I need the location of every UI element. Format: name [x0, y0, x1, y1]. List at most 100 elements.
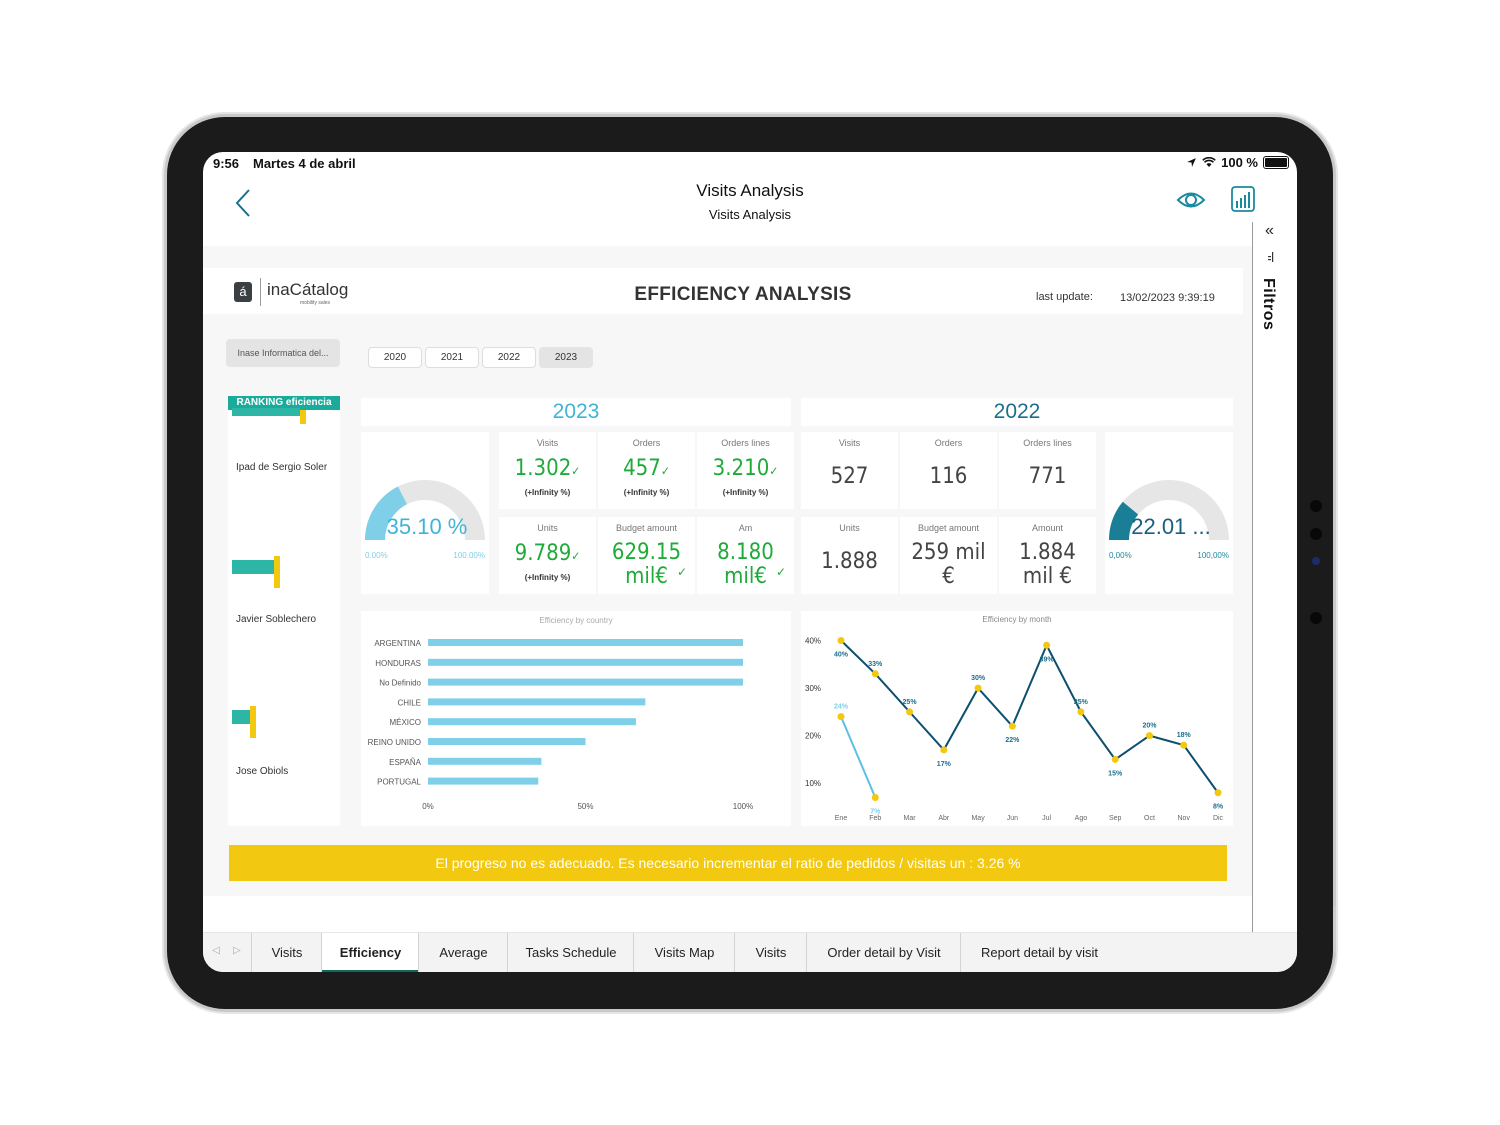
data-label: 24%	[834, 704, 849, 711]
x-tick-label: Sep	[1109, 815, 1122, 822]
tab-order-detail-by-visit[interactable]: Order detail by Visit	[806, 933, 961, 972]
side-sensor	[1310, 500, 1322, 512]
status-date: Martes 4 de abril	[253, 156, 356, 171]
kpi-label: Orders	[934, 438, 963, 448]
year-chip-2020[interactable]: 2020	[368, 347, 422, 368]
check-icon: ✓	[775, 565, 786, 579]
power-bi-report-icon[interactable]	[1230, 185, 1256, 213]
year-chip-2023[interactable]: 2023	[539, 347, 593, 368]
data-label: 8%	[1213, 804, 1224, 811]
collapse-filters-button[interactable]: «	[1265, 222, 1274, 240]
tab-visits-map[interactable]: Visits Map	[633, 933, 735, 972]
kpi-card-visits: Visits 1.302✓ (+Infinity %)	[499, 432, 596, 509]
kpi-value-unit: mil €	[1022, 564, 1073, 589]
kpi-number: 9.789	[514, 541, 572, 566]
data-label: 15%	[1108, 770, 1123, 777]
data-point	[1180, 741, 1188, 749]
year-chip-2022[interactable]: 2022	[482, 347, 536, 368]
tab-report-detail-by-visit[interactable]: Report detail by visit	[960, 933, 1118, 972]
kpi-value: 1.888	[801, 549, 898, 575]
tab-visits[interactable]: Visits	[734, 933, 807, 972]
kpi-label: Am	[738, 523, 753, 533]
year-chip-2021[interactable]: 2021	[425, 347, 479, 368]
data-point	[871, 670, 879, 678]
page-tab-bar: ◁ ▷ Visits Efficiency Average Tasks Schedul…	[203, 932, 1297, 972]
tab-prev-arrow[interactable]: ◁	[212, 945, 220, 956]
side-sensor	[1310, 612, 1322, 624]
tab-efficiency[interactable]: Efficiency	[321, 933, 419, 972]
data-point	[837, 713, 845, 721]
ranking-bar	[232, 560, 274, 574]
check-icon: ✓	[676, 565, 687, 579]
tab-tasks-schedule[interactable]: Tasks Schedule	[507, 933, 634, 972]
kpi-value: 8.180	[717, 540, 774, 565]
side-sensor	[1310, 528, 1322, 540]
kpi-card-amount: Amount 1.884 mil €	[999, 517, 1096, 594]
ranking-target-marker	[250, 706, 256, 738]
nav-bar: Visits Analysis Visits Analysis	[203, 176, 1297, 246]
data-point	[837, 637, 845, 645]
current-gauge-card: 35.10 % 0.00% 100.00%	[361, 432, 489, 594]
data-point	[974, 684, 982, 692]
kpi-value: 259 mil	[911, 540, 986, 565]
report-canvas: á inaCátalog mobility sales EFFICIENCY A…	[203, 246, 1252, 896]
nav-title: Visits Analysis	[696, 181, 804, 200]
kpi-number: 1.302	[514, 456, 572, 481]
kpi-change: (+Infinity %)	[722, 488, 769, 497]
current-year-header: 2023	[361, 398, 791, 426]
kpi-value: 1.302✓	[499, 456, 596, 484]
kpi-card-orders: Orders 116	[900, 432, 997, 509]
chart-title: Efficiency by month	[982, 615, 1051, 624]
data-label: 30%	[971, 675, 986, 682]
category-label: ESPAÑA	[389, 758, 422, 767]
kpi-card-orders: Orders 457✓ (+Infinity %)	[598, 432, 695, 509]
tab-next-arrow[interactable]: ▷	[233, 945, 241, 956]
bar	[428, 639, 743, 646]
data-label: 25%	[1074, 699, 1089, 706]
gauge-max-label: 100.00%	[453, 551, 485, 560]
kpi-card-units: Units 9.789✓ (+Infinity %)	[499, 517, 596, 594]
kpi-label: Visits	[536, 438, 559, 448]
bar	[428, 738, 586, 745]
kpi-value: 3.210✓	[697, 456, 794, 484]
kpi-label: Orders lines	[721, 438, 770, 448]
x-tick-label: Feb	[869, 815, 881, 822]
tab-visits[interactable]: Visits	[251, 933, 322, 972]
ranking-panel: RANKING eficiencia Ipad de Sergio Soler J…	[228, 396, 340, 826]
x-tick-label: Abr	[938, 815, 950, 822]
chart-title: Efficiency by country	[539, 616, 612, 625]
kpi-label: Budget amount	[917, 523, 980, 533]
progress-warning-banner: El progreso no es adecuado. Es necesario…	[229, 845, 1227, 881]
ranking-target-marker	[274, 556, 280, 588]
previous-gauge-card: 22.01 ... 0,00% 100,00%	[1105, 432, 1233, 594]
ranking-name: Javier Soblechero	[236, 614, 317, 625]
x-tick-label: Jul	[1042, 815, 1051, 822]
y-tick-label: 10%	[805, 779, 821, 788]
gauge-min-label: 0,00%	[1109, 551, 1132, 560]
location-arrow-icon	[1187, 158, 1197, 167]
kpi-card-am: Am 8.180 mil€ ✓	[697, 517, 794, 594]
x-tick-label: Ago	[1075, 815, 1088, 822]
ranking-bar	[232, 710, 250, 724]
company-slicer[interactable]: Inase Informatica del...	[226, 339, 340, 367]
x-tick-label: Nov	[1178, 815, 1191, 822]
tablet-screen: 9:56 Martes 4 de abril 100 % Visits Anal…	[203, 152, 1297, 972]
bar	[428, 757, 542, 765]
category-label: REINO UNIDO	[368, 738, 421, 747]
bar	[428, 777, 539, 785]
efficiency-by-month-chart: Efficiency by month 10% 20% 30% 40% Ene Feb Mar…	[805, 615, 1224, 822]
kpi-change: (+Infinity %)	[524, 573, 571, 582]
data-point	[1145, 732, 1153, 740]
category-label: CHILE	[397, 698, 421, 707]
data-point	[1008, 722, 1016, 730]
country-chart-card: Efficiency by country ARGENTINA HONDURAS No…	[361, 611, 791, 826]
power-button	[1333, 906, 1336, 952]
kpi-label: Units	[839, 523, 860, 533]
tab-average[interactable]: Average	[418, 933, 508, 972]
ranking-name: Jose Obiols	[236, 766, 289, 777]
kpi-value: 1.884	[1019, 540, 1076, 565]
eye-icon[interactable]	[1176, 189, 1206, 211]
data-point	[1111, 755, 1119, 763]
series-line-2023	[840, 716, 877, 798]
data-label: 20%	[1142, 723, 1157, 730]
